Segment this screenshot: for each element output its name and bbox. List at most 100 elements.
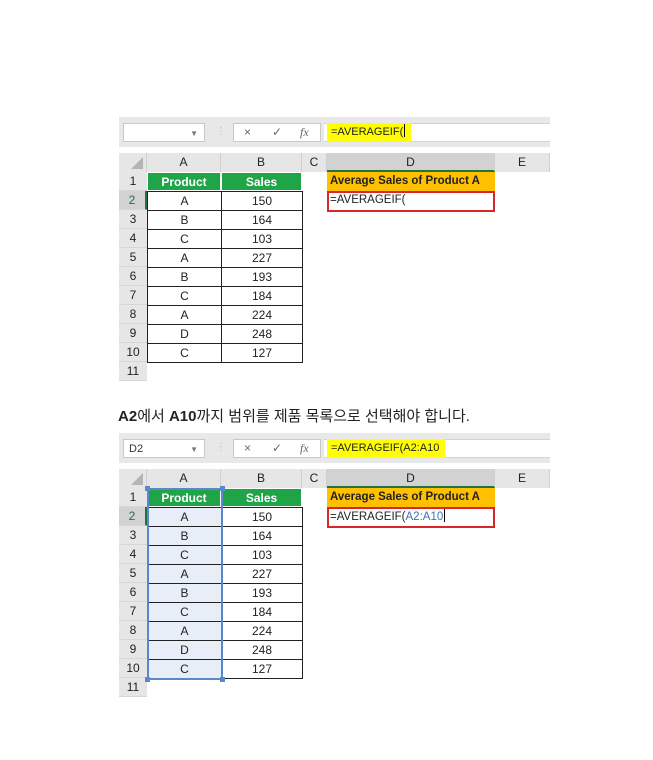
- cell-sales[interactable]: 150: [221, 507, 303, 527]
- cell-sales[interactable]: 164: [221, 210, 303, 230]
- cell-sales[interactable]: 103: [221, 229, 303, 249]
- row-header-8[interactable]: 8: [119, 621, 147, 640]
- row-header-4[interactable]: 4: [119, 229, 147, 248]
- row-header-10[interactable]: 10: [119, 343, 147, 362]
- edit-cell-range-ref: A2:A10: [405, 511, 444, 523]
- formula-input[interactable]: =AVERAGEIF(: [324, 123, 550, 142]
- cell-product[interactable]: A: [147, 248, 222, 268]
- cell-product[interactable]: A: [147, 305, 222, 325]
- cell-product[interactable]: C: [147, 229, 222, 249]
- column-header-c[interactable]: C: [302, 153, 327, 172]
- cell-sales[interactable]: 150: [221, 191, 303, 211]
- formula-input[interactable]: =AVERAGEIF(A2:A10: [324, 439, 550, 458]
- cancel-icon[interactable]: ×: [244, 125, 251, 139]
- row-header-4[interactable]: 4: [119, 545, 147, 564]
- column-header-d[interactable]: D: [327, 153, 495, 172]
- cell-product[interactable]: C: [147, 343, 222, 363]
- active-cell-d2[interactable]: =AVERAGEIF(: [327, 191, 495, 212]
- insert-function-icon[interactable]: fx: [300, 125, 309, 140]
- cell-sales[interactable]: 184: [221, 286, 303, 306]
- cell-product[interactable]: A: [147, 191, 222, 211]
- cell-sales[interactable]: 103: [221, 545, 303, 565]
- cell-product[interactable]: B: [147, 583, 222, 603]
- row-header-5[interactable]: 5: [119, 564, 147, 583]
- cell-sales[interactable]: 227: [221, 564, 303, 584]
- table-header-sales[interactable]: Sales: [221, 488, 302, 507]
- row-header-6[interactable]: 6: [119, 267, 147, 286]
- table-header-product[interactable]: Product: [147, 172, 221, 191]
- chevron-down-icon[interactable]: ▼: [190, 124, 198, 143]
- active-cell-d2[interactable]: =AVERAGEIF(A2:A10: [327, 507, 495, 528]
- cell-sales[interactable]: 184: [221, 602, 303, 622]
- select-all-button[interactable]: [119, 153, 147, 172]
- range-resize-handle[interactable]: [220, 677, 225, 682]
- row-header-9[interactable]: 9: [119, 324, 147, 343]
- caption-ref-end: A10: [168, 408, 197, 425]
- caption-connector: 에서: [137, 408, 169, 425]
- row-header-7[interactable]: 7: [119, 286, 147, 305]
- range-resize-handle[interactable]: [145, 677, 150, 682]
- cell-product[interactable]: B: [147, 267, 222, 287]
- cancel-icon[interactable]: ×: [244, 441, 251, 455]
- column-header-d[interactable]: D: [327, 469, 495, 488]
- insert-function-icon[interactable]: fx: [300, 441, 309, 456]
- cell-sales[interactable]: 193: [221, 583, 303, 603]
- table-header-product[interactable]: Product: [147, 488, 221, 507]
- drag-handle-icon[interactable]: ⋮: [216, 442, 226, 453]
- cell-product[interactable]: A: [147, 507, 222, 527]
- chevron-down-icon[interactable]: ▼: [190, 440, 198, 459]
- average-header-cell[interactable]: Average Sales of Product A: [327, 488, 495, 507]
- cell-product[interactable]: B: [147, 526, 222, 546]
- row-header-8[interactable]: 8: [119, 305, 147, 324]
- cell-product[interactable]: A: [147, 621, 222, 641]
- range-resize-handle[interactable]: [220, 486, 225, 491]
- row-header-3[interactable]: 3: [119, 526, 147, 545]
- row-header-11[interactable]: 11: [119, 362, 147, 381]
- row-header-1[interactable]: 1: [119, 172, 147, 191]
- cell-product[interactable]: C: [147, 659, 222, 679]
- row-header-7[interactable]: 7: [119, 602, 147, 621]
- column-header-e[interactable]: E: [495, 153, 550, 172]
- row-header-2[interactable]: 2: [119, 507, 147, 526]
- table-header-sales[interactable]: Sales: [221, 172, 302, 191]
- drag-handle-icon[interactable]: ⋮: [216, 126, 226, 137]
- cell-product[interactable]: D: [147, 640, 222, 660]
- name-box[interactable]: ▼: [123, 123, 205, 142]
- column-header-a[interactable]: A: [147, 469, 221, 488]
- cell-sales[interactable]: 248: [221, 324, 303, 344]
- row-header-1[interactable]: 1: [119, 488, 147, 507]
- cell-sales[interactable]: 224: [221, 305, 303, 325]
- row-header-6[interactable]: 6: [119, 583, 147, 602]
- column-header-b[interactable]: B: [221, 153, 302, 172]
- name-box[interactable]: D2 ▼: [123, 439, 205, 458]
- cell-sales[interactable]: 193: [221, 267, 303, 287]
- cell-sales[interactable]: 224: [221, 621, 303, 641]
- column-header-a[interactable]: A: [147, 153, 221, 172]
- column-header-c[interactable]: C: [302, 469, 327, 488]
- cell-sales[interactable]: 127: [221, 659, 303, 679]
- cell-sales[interactable]: 227: [221, 248, 303, 268]
- enter-check-icon[interactable]: ✓: [272, 441, 282, 455]
- cell-sales[interactable]: 127: [221, 343, 303, 363]
- cell-product[interactable]: C: [147, 286, 222, 306]
- row-header-2[interactable]: 2: [119, 191, 147, 210]
- row-header-5[interactable]: 5: [119, 248, 147, 267]
- column-header-e[interactable]: E: [495, 469, 550, 488]
- cell-product[interactable]: A: [147, 564, 222, 584]
- cell-product[interactable]: C: [147, 545, 222, 565]
- cell-sales[interactable]: 248: [221, 640, 303, 660]
- select-all-button[interactable]: [119, 469, 147, 488]
- row-header-11[interactable]: 11: [119, 678, 147, 697]
- cell-product[interactable]: D: [147, 324, 222, 344]
- enter-check-icon[interactable]: ✓: [272, 125, 282, 139]
- column-header-b[interactable]: B: [221, 469, 302, 488]
- average-header-cell[interactable]: Average Sales of Product A: [327, 172, 495, 191]
- cell-sales[interactable]: 164: [221, 526, 303, 546]
- cell-product[interactable]: C: [147, 602, 222, 622]
- formula-buttons: × ✓ fx: [233, 123, 321, 142]
- cell-product[interactable]: B: [147, 210, 222, 230]
- row-header-3[interactable]: 3: [119, 210, 147, 229]
- row-header-9[interactable]: 9: [119, 640, 147, 659]
- range-resize-handle[interactable]: [145, 486, 150, 491]
- row-header-10[interactable]: 10: [119, 659, 147, 678]
